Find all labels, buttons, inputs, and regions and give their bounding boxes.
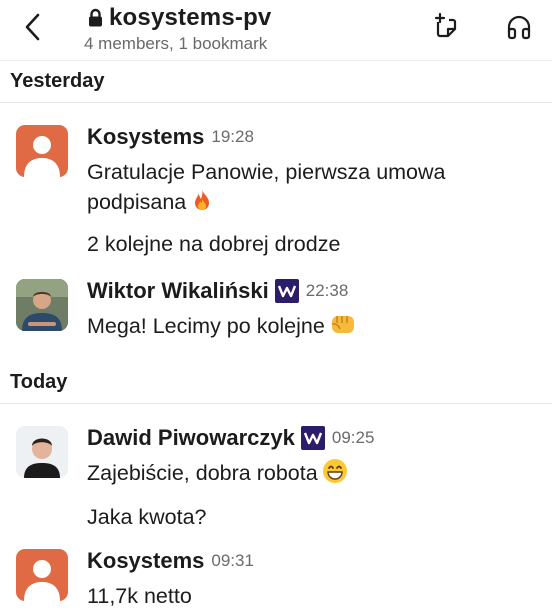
message-text: 11,7k netto [87, 584, 192, 608]
workspace-badge-icon [274, 279, 299, 303]
message-text: Gratulacje Panowie, pierwsza umowa podpi… [87, 157, 527, 217]
channel-header: kosystems-pv 4 members, 1 bookmark [0, 0, 552, 61]
divider [0, 102, 552, 103]
author-name[interactable]: Wiktor Wikaliński [87, 278, 269, 304]
date-divider-yesterday: Yesterday [10, 70, 105, 92]
workspace-badge-icon [300, 426, 325, 450]
message-text: Jaka kwota? [87, 505, 207, 529]
message-line: podpisana [87, 190, 187, 214]
new-note-icon[interactable] [432, 12, 462, 42]
avatar[interactable] [16, 279, 68, 331]
fire-emoji-icon [195, 190, 210, 210]
date-divider-today: Today [10, 371, 68, 393]
avatar[interactable] [16, 125, 68, 177]
divider [0, 403, 552, 404]
message-text: 2 kolejne na dobrej drodze [87, 232, 341, 256]
timestamp: 09:31 [211, 551, 254, 570]
channel-subtitle[interactable]: 4 members, 1 bookmark [84, 34, 267, 54]
timestamp: 19:28 [211, 127, 254, 146]
message-header: Wiktor Wikaliński 22:38 [87, 278, 348, 304]
grinning-emoji-icon [322, 459, 347, 483]
headphones-icon[interactable] [504, 12, 534, 42]
message-text: Zajebiście, dobra robota [87, 458, 527, 488]
profile-photo [16, 279, 68, 331]
author-name[interactable]: Dawid Piwowarczyk [87, 425, 295, 451]
message-line: Zajebiście, dobra robota [87, 461, 318, 485]
message-line: Mega! Lecimy po kolejne [87, 314, 325, 338]
author-name[interactable]: Kosystems [87, 124, 204, 150]
channel-title[interactable]: kosystems-pv [88, 4, 271, 32]
message-header: Kosystems 19:28 [87, 124, 254, 150]
avatar[interactable] [16, 549, 68, 601]
message-header: Kosystems 09:31 [87, 548, 254, 574]
author-name[interactable]: Kosystems [87, 548, 204, 574]
back-arrow-icon[interactable] [20, 10, 50, 44]
timestamp: 09:25 [331, 428, 375, 447]
avatar[interactable] [16, 426, 68, 478]
timestamp: 22:38 [305, 281, 349, 300]
default-user-icon [24, 560, 60, 601]
message-text: Mega! Lecimy po kolejne [87, 311, 527, 341]
message-line: Gratulacje Panowie, pierwsza umowa [87, 160, 446, 184]
lock-icon [89, 8, 102, 27]
fist-emoji-icon [331, 316, 354, 333]
message-header: Dawid Piwowarczyk 09:25 [87, 425, 374, 451]
default-user-icon [24, 136, 60, 177]
profile-photo [16, 426, 68, 478]
channel-name: kosystems-pv [109, 4, 272, 31]
